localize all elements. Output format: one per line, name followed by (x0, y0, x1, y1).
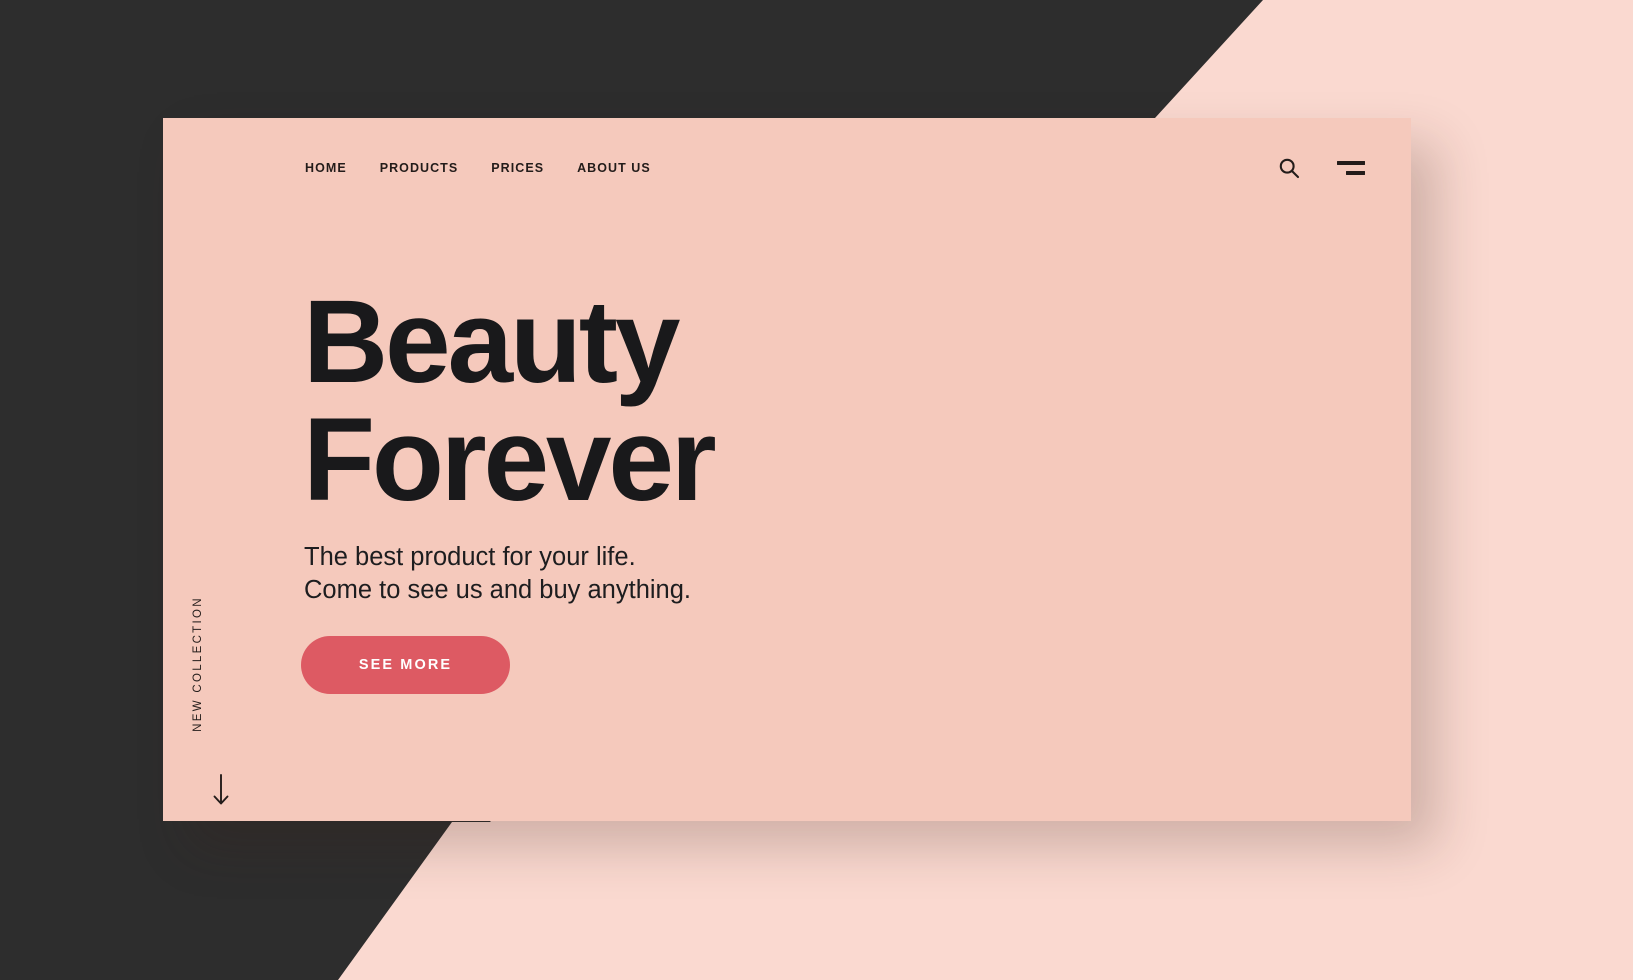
nav-item-products[interactable]: PRODUCTS (380, 162, 459, 175)
arrow-down-icon[interactable] (209, 773, 233, 807)
hamburger-bar-bottom (1346, 171, 1365, 175)
header-actions (1277, 156, 1365, 180)
hero-subtitle: The best product for your life. Come to … (304, 543, 691, 604)
hamburger-menu-icon[interactable] (1337, 159, 1365, 177)
search-icon[interactable] (1277, 156, 1301, 180)
page-title: Beauty Forever (303, 276, 717, 526)
nav-item-prices[interactable]: PRICES (491, 162, 544, 175)
main-navigation: HOME PRODUCTS PRICES ABOUT US (305, 162, 651, 175)
nav-item-about-us[interactable]: ABOUT US (577, 162, 651, 175)
page-root: HOME PRODUCTS PRICES ABOUT US Beauty For… (0, 0, 1633, 980)
new-collection-label: NEW COLLECTION (192, 596, 204, 732)
hamburger-bar-top (1337, 161, 1365, 165)
see-more-button[interactable]: SEE MORE (301, 636, 510, 694)
nav-item-home[interactable]: HOME (305, 162, 347, 175)
hero-card: HOME PRODUCTS PRICES ABOUT US Beauty For… (163, 118, 1411, 821)
